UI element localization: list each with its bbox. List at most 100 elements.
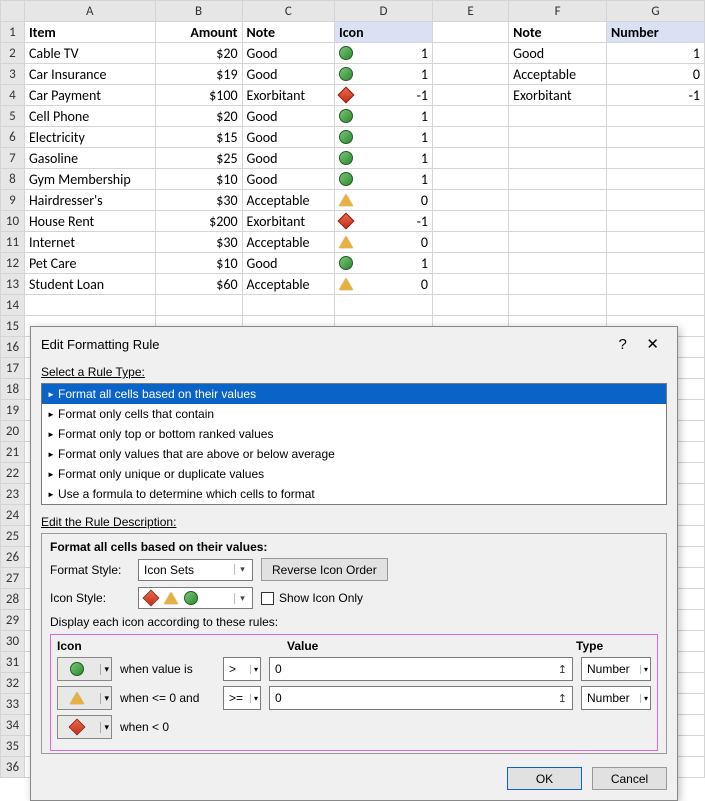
operator-combo[interactable]: >=▾ [223, 686, 261, 710]
type-col-header: Type [576, 639, 651, 653]
col-header[interactable]: G [607, 1, 705, 22]
row-header[interactable]: 32 [1, 673, 25, 694]
reverse-icon-order-button[interactable]: Reverse Icon Order [261, 558, 388, 581]
table-row[interactable]: 10House Rent$200Exorbitant-1 [1, 211, 705, 232]
yellow-triangle-icon [70, 692, 84, 704]
table-row[interactable]: 14 [1, 295, 705, 316]
format-style-combo[interactable]: Icon Sets▾ [138, 559, 253, 581]
value-input[interactable]: 0↥ [269, 686, 573, 710]
col-header[interactable]: C [242, 1, 334, 22]
cancel-button[interactable]: Cancel [592, 767, 667, 790]
show-icon-only-checkbox[interactable]: Show Icon Only [261, 591, 363, 605]
operator-combo[interactable]: >▾ [223, 657, 261, 681]
table-row[interactable]: 11Internet$30Acceptable0 [1, 232, 705, 253]
table-row[interactable]: 12Pet Care$10Good1 [1, 253, 705, 274]
row-header[interactable]: 24 [1, 505, 25, 526]
range-picker-icon[interactable]: ↥ [558, 663, 567, 676]
rule-type-item[interactable]: Format only values that are above or bel… [42, 444, 666, 464]
rule-type-list[interactable]: Format all cells based on their valuesFo… [41, 383, 667, 505]
row-header[interactable]: 31 [1, 652, 25, 673]
row-header[interactable]: 13 [1, 274, 25, 295]
range-picker-icon[interactable]: ↥ [558, 692, 567, 705]
icon-rules-box: Icon Value Type ▾when value is>▾0↥Number… [50, 634, 658, 751]
rule-type-item[interactable]: Format all cells based on their values [42, 384, 666, 404]
circle-icon [184, 591, 198, 605]
row-header[interactable]: 10 [1, 211, 25, 232]
green-circle-icon [339, 130, 353, 144]
rule-type-item[interactable]: Format only top or bottom ranked values [42, 424, 666, 444]
row-header[interactable]: 8 [1, 169, 25, 190]
row-header[interactable]: 17 [1, 358, 25, 379]
row-header[interactable]: 18 [1, 379, 25, 400]
type-combo[interactable]: Number▾ [581, 686, 651, 710]
type-combo[interactable]: Number▾ [581, 657, 651, 681]
column-headers[interactable]: A B C D E F G [1, 1, 705, 22]
rule-type-item[interactable]: Format only cells that contain [42, 404, 666, 424]
row-header[interactable]: 29 [1, 610, 25, 631]
table-row[interactable]: 1ItemAmountNoteIconNoteNumber [1, 22, 705, 43]
col-header[interactable]: E [432, 1, 508, 22]
chevron-down-icon: ▾ [100, 664, 109, 675]
table-row[interactable]: 2Cable TV$20Good1Good1 [1, 43, 705, 64]
row-header[interactable]: 6 [1, 127, 25, 148]
row-header[interactable]: 12 [1, 253, 25, 274]
icon-picker[interactable]: ▾ [57, 686, 112, 710]
col-header[interactable]: B [155, 1, 242, 22]
green-circle-icon [339, 46, 353, 60]
rule-desc-label: Edit the Rule Description: [41, 515, 667, 529]
row-header[interactable]: 2 [1, 43, 25, 64]
help-icon[interactable]: ? [610, 336, 634, 353]
row-header[interactable]: 16 [1, 337, 25, 358]
row-header[interactable]: 30 [1, 631, 25, 652]
desc-header: Format all cells based on their values: [50, 540, 658, 554]
ok-button[interactable]: OK [507, 767, 582, 790]
row-header[interactable]: 19 [1, 400, 25, 421]
row-header[interactable]: 14 [1, 295, 25, 316]
row-header[interactable]: 28 [1, 589, 25, 610]
row-header[interactable]: 15 [1, 316, 25, 337]
table-row[interactable]: 5Cell Phone$20Good1 [1, 106, 705, 127]
close-icon[interactable]: ✕ [638, 336, 667, 353]
row-header[interactable]: 23 [1, 484, 25, 505]
table-row[interactable]: 7Gasoline$25Good1 [1, 148, 705, 169]
icon-style-combo[interactable]: ▾ [138, 587, 253, 609]
rule-type-item[interactable]: Format only unique or duplicate values [42, 464, 666, 484]
row-header[interactable]: 21 [1, 442, 25, 463]
row-header[interactable]: 3 [1, 64, 25, 85]
icon-picker[interactable]: ▾ [57, 715, 112, 739]
row-header[interactable]: 22 [1, 463, 25, 484]
row-header[interactable]: 7 [1, 148, 25, 169]
row-header[interactable]: 5 [1, 106, 25, 127]
row-header[interactable]: 34 [1, 715, 25, 736]
row-header[interactable]: 36 [1, 757, 25, 778]
row-header[interactable]: 33 [1, 694, 25, 715]
row-header[interactable]: 9 [1, 190, 25, 211]
edit-formatting-rule-dialog: Edit Formatting Rule ? ✕ Select a Rule T… [30, 326, 678, 801]
dialog-title: Edit Formatting Rule [41, 337, 160, 352]
table-row[interactable]: 6Electricity$15Good1 [1, 127, 705, 148]
row-header[interactable]: 20 [1, 421, 25, 442]
row-header[interactable]: 27 [1, 568, 25, 589]
col-header[interactable]: F [509, 1, 607, 22]
row-header[interactable]: 25 [1, 526, 25, 547]
select-all-corner[interactable] [1, 1, 25, 22]
table-row[interactable]: 4Car Payment$100Exorbitant-1Exorbitant-1 [1, 85, 705, 106]
diamond-icon [143, 590, 160, 607]
row-header[interactable]: 1 [1, 22, 25, 43]
rule-type-item[interactable]: Use a formula to determine which cells t… [42, 484, 666, 504]
table-row[interactable]: 8Gym Membership$10Good1 [1, 169, 705, 190]
table-row[interactable]: 3Car Insurance$19Good1Acceptable0 [1, 64, 705, 85]
row-header[interactable]: 35 [1, 736, 25, 757]
value-input[interactable]: 0↥ [269, 657, 573, 681]
format-style-label: Format Style: [50, 563, 130, 577]
table-row[interactable]: 13Student Loan$60Acceptable0 [1, 274, 705, 295]
table-row[interactable]: 9Hairdresser's$30Acceptable0 [1, 190, 705, 211]
chevron-down-icon: ▾ [250, 665, 258, 674]
row-header[interactable]: 26 [1, 547, 25, 568]
when-label: when < 0 [120, 720, 215, 734]
col-header[interactable]: A [24, 1, 155, 22]
col-header[interactable]: D [335, 1, 433, 22]
row-header[interactable]: 11 [1, 232, 25, 253]
row-header[interactable]: 4 [1, 85, 25, 106]
icon-picker[interactable]: ▾ [57, 657, 112, 681]
